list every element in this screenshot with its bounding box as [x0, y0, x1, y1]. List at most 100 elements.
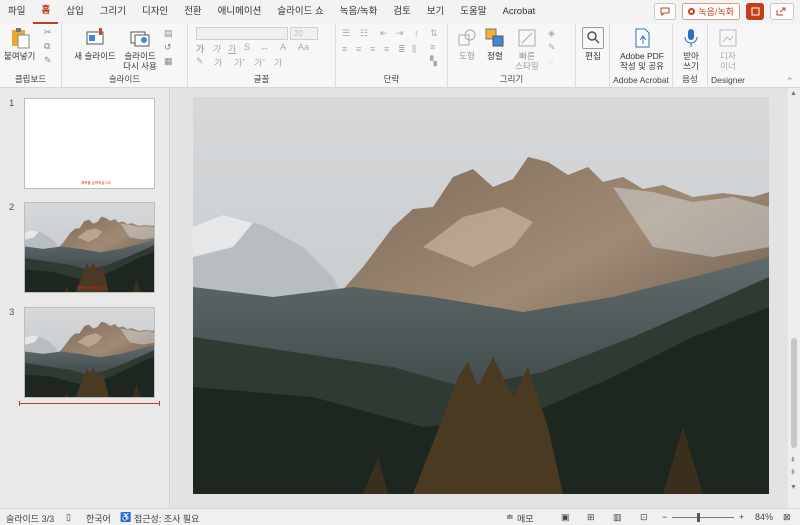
shape-outline-icon[interactable]: ✎	[548, 42, 556, 53]
layout-icon[interactable]: ▤	[164, 28, 173, 39]
tab-transitions[interactable]: 전환	[176, 0, 209, 24]
accessibility-icon[interactable]: ♿	[120, 512, 131, 523]
tab-slideshow[interactable]: 슬라이드 쇼	[269, 0, 331, 24]
voice-group: 받아 쓰기 음성	[673, 24, 708, 88]
zoom-slider-thumb[interactable]	[697, 513, 700, 522]
slide-thumbnail-2[interactable]: 제목을 입력하십시오	[24, 202, 155, 293]
scroll-down-arrow-icon[interactable]: ▼	[790, 484, 797, 491]
vertical-scrollbar[interactable]: ▲ ⇞ ⇟ ▼	[788, 88, 800, 508]
clear-format-icon[interactable]: A	[280, 42, 286, 52]
align-left-icon[interactable]: ≡	[342, 44, 347, 54]
designer-button[interactable]: 디자 이너	[714, 27, 742, 71]
shape-fill-icon[interactable]: ◈	[548, 28, 555, 39]
present-icon	[751, 7, 759, 16]
increase-font-icon[interactable]: 가ˆ	[234, 56, 245, 69]
present-button[interactable]	[746, 3, 764, 20]
tab-acrobat[interactable]: Acrobat	[495, 0, 544, 24]
arrange-button[interactable]: 정렬	[482, 27, 508, 61]
zoom-in-icon[interactable]: +	[739, 512, 744, 522]
bullets-icon[interactable]: ☰	[342, 28, 350, 39]
designer-label-1: 디자	[720, 51, 736, 61]
underline-icon[interactable]: 가	[228, 42, 236, 55]
columns-icon[interactable]: ⫼	[412, 44, 416, 55]
decrease-indent-icon[interactable]: ⇤	[380, 28, 388, 39]
increase-indent-icon[interactable]: ⇥	[396, 28, 404, 39]
spacing-icon[interactable]: ↔	[260, 42, 269, 52]
shapes-icon	[456, 27, 478, 49]
current-slide[interactable]	[193, 97, 769, 494]
quick-styles-button[interactable]: 빠른 스타일	[512, 27, 542, 71]
copy-icon[interactable]: ⧉	[44, 41, 50, 52]
slide-thumbnail-1[interactable]: 제목을 입력하십시오	[24, 98, 155, 189]
justify-icon[interactable]: ≡	[384, 44, 389, 54]
slide-sorter-icon[interactable]: ⊞	[587, 512, 595, 523]
notes-icon[interactable]: ≐	[506, 512, 514, 523]
decrease-font-icon[interactable]: 가ˇ	[254, 56, 265, 69]
slideshow-icon[interactable]: ⊡	[640, 512, 648, 523]
numbering-icon[interactable]: ☷	[360, 28, 368, 39]
scrollbar-thumb[interactable]	[791, 338, 797, 448]
tab-insert[interactable]: 삽입	[58, 0, 91, 24]
new-slide-button[interactable]: 새 슬라이드	[70, 27, 120, 61]
slide-number: 2	[9, 202, 15, 213]
smartart-icon[interactable]: ▚	[430, 56, 437, 67]
align-center-icon[interactable]: ≡	[356, 44, 361, 54]
previous-slide-icon[interactable]: ⇞	[790, 456, 796, 464]
scroll-up-arrow-icon[interactable]: ▲	[790, 90, 797, 97]
shape-effects-icon[interactable]: ◌	[548, 56, 553, 66]
font-name-select[interactable]	[196, 27, 288, 40]
zoom-out-icon[interactable]: −	[662, 512, 667, 522]
tab-view[interactable]: 보기	[419, 0, 452, 24]
tab-file[interactable]: 파일	[0, 0, 33, 24]
reading-view-icon[interactable]: ▥	[613, 512, 622, 523]
highlight-icon[interactable]: ✎	[196, 56, 204, 67]
italic-icon[interactable]: 가	[212, 42, 220, 55]
cut-icon[interactable]: ✂	[44, 27, 52, 38]
new-slide-icon	[84, 27, 106, 49]
spell-check-icon[interactable]: ▯	[66, 512, 71, 523]
next-slide-icon[interactable]: ⇟	[790, 468, 796, 476]
align-right-icon[interactable]: ≡	[370, 44, 375, 54]
font-size-select[interactable]: 20	[290, 27, 318, 40]
line-spacing-icon[interactable]: ↕	[414, 28, 419, 38]
notes-button[interactable]: 메모	[517, 512, 534, 525]
case-icon[interactable]: Aa	[298, 42, 309, 52]
tab-review[interactable]: 검토	[385, 0, 418, 24]
tab-help[interactable]: 도움말	[452, 0, 494, 24]
tab-home[interactable]: 홈	[33, 0, 59, 24]
fit-to-window-icon[interactable]: ⊠	[783, 512, 791, 523]
shadow-icon[interactable]: S	[244, 42, 250, 52]
accessibility-status[interactable]: 접근성: 조사 필요	[134, 512, 199, 525]
language-indicator[interactable]: 한국어	[86, 512, 111, 525]
paragraph-group: ☰ ☷ ⇤ ⇥ ↕ ⇅ ≡ ▚ ≡ ≡ ≡ ≡ ≣ ⫼ 단락	[336, 24, 448, 88]
zoom-slider[interactable]	[672, 517, 734, 518]
slide-thumbnail-3[interactable]	[24, 307, 155, 398]
editing-button[interactable]: 편집	[581, 27, 605, 61]
record-button[interactable]: 녹음/녹화	[682, 3, 740, 20]
zoom-level[interactable]: 84%	[755, 512, 773, 522]
tab-design[interactable]: 디자인	[134, 0, 176, 24]
section-icon[interactable]: ▦	[164, 56, 173, 67]
format-painter-icon[interactable]: ✎	[44, 55, 52, 66]
designer-group: 디자 이너 Designer	[708, 24, 748, 88]
distributed-icon[interactable]: ≣	[398, 44, 406, 55]
share-button[interactable]	[770, 3, 794, 20]
slide-thumbnail-pane[interactable]: 1 제목을 입력하십시오 2 제목을 입력하십시오 3	[0, 88, 170, 508]
tab-animations[interactable]: 애니메이션	[210, 0, 270, 24]
reset-icon[interactable]: ↺	[164, 42, 172, 53]
bold-icon[interactable]: 가	[196, 42, 204, 55]
comments-button[interactable]	[654, 3, 677, 20]
dictate-button[interactable]: 받아 쓰기	[677, 27, 705, 71]
collapse-ribbon-icon[interactable]: ⌃	[786, 76, 794, 87]
shapes-button[interactable]: 도형	[454, 27, 480, 61]
tab-draw[interactable]: 그리기	[92, 0, 134, 24]
align-text-icon[interactable]: ≡	[430, 42, 435, 52]
create-pdf-button[interactable]: Adobe PDF 작성 및 공유	[614, 27, 670, 71]
phonetic-icon[interactable]: 가	[274, 56, 282, 69]
tab-record[interactable]: 녹음/녹화	[332, 0, 386, 24]
font-color-icon[interactable]: 가	[214, 56, 222, 69]
normal-view-icon[interactable]: ▣	[561, 512, 570, 523]
paste-button[interactable]: 붙여넣기	[4, 27, 35, 61]
reuse-slides-button[interactable]: 슬라이드 다시 사용	[120, 27, 160, 71]
text-direction-icon[interactable]: ⇅	[430, 28, 438, 39]
